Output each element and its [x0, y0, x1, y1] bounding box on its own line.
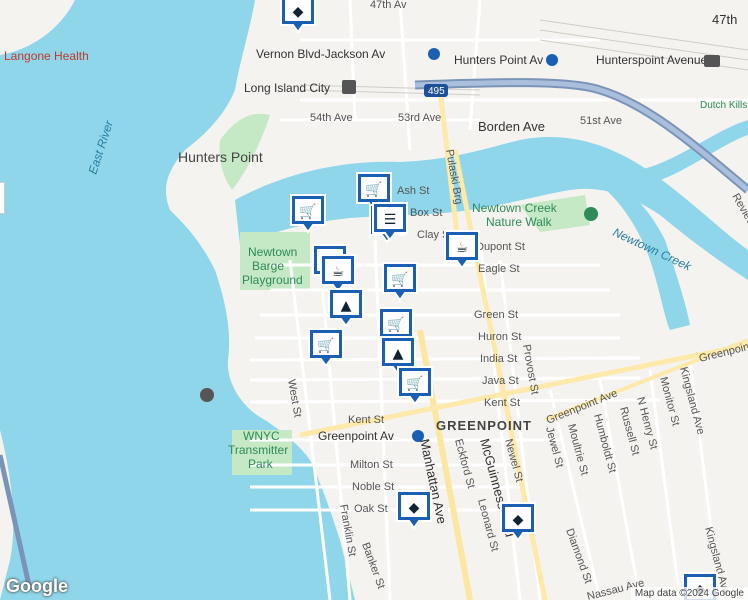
- restaurant-icon: ☰: [384, 212, 397, 228]
- label-wnyc-3: Park: [248, 457, 274, 471]
- ferry-icon[interactable]: [200, 388, 214, 402]
- school-icon: ◆: [293, 4, 304, 20]
- street-noble: Noble St: [352, 481, 394, 493]
- street-kent: Kent St: [484, 397, 520, 409]
- shopping-cart-icon: 🛒: [299, 203, 316, 220]
- street-ash: Ash St: [397, 185, 429, 197]
- coffee-icon: ☕: [332, 264, 345, 280]
- shopping-cart-icon: 🛒: [406, 375, 423, 392]
- label-greenpoint-av-station: Greenpoint Av: [318, 429, 394, 443]
- google-logo: Google: [6, 576, 68, 596]
- label-wnyc-2: Transmitter: [228, 443, 288, 457]
- street-54th-ave: 54th Ave: [310, 112, 353, 124]
- label-hunterspoint-avenue: Hunterspoint Avenue: [596, 53, 708, 67]
- street-53rd-ave: 53rd Ave: [398, 112, 441, 124]
- street-milton: Milton St: [350, 459, 393, 471]
- park-marker-icon[interactable]: [584, 207, 598, 221]
- street-47th-av: 47th Av: [370, 0, 407, 11]
- street-box: Box St: [410, 207, 442, 219]
- label-newtown-barge-3: Playground: [242, 273, 303, 287]
- street-dupont: Dupont St: [476, 241, 525, 253]
- shopping-cart-icon: 🛒: [387, 316, 404, 333]
- highway-shield-label: 495: [428, 86, 445, 97]
- shopping-bag-icon: ▲: [393, 346, 404, 362]
- label-newtown-barge-2: Barge: [252, 259, 284, 273]
- street-eagle: Eagle St: [478, 263, 520, 275]
- street-java: Java St: [482, 375, 519, 387]
- street-51st-ave: 51st Ave: [580, 115, 622, 127]
- map-attribution: Map data ©2024 Google: [630, 587, 748, 600]
- street-borden-ave: Borden Ave: [478, 119, 545, 134]
- rail-icon-hunterspoint[interactable]: [704, 55, 720, 67]
- shopping-cart-icon: 🛒: [365, 181, 382, 198]
- label-langone: Langone Health: [4, 49, 89, 63]
- label-newtown-barge-1: Newtown: [248, 245, 297, 259]
- coffee-icon: ☕: [456, 240, 469, 256]
- label-hunters-point: Hunters Point: [178, 149, 263, 165]
- shopping-cart-icon: 🛒: [391, 271, 408, 288]
- rail-icon-lic[interactable]: [342, 80, 356, 94]
- label-vernon-jackson: Vernon Blvd-Jackson Av: [256, 47, 385, 61]
- subway-icon-vernon[interactable]: [428, 48, 440, 60]
- label-nature-walk-1: Newtown Creek: [472, 201, 558, 215]
- subway-icon-hunters-point[interactable]: [546, 54, 558, 66]
- street-huron: Huron St: [478, 331, 521, 343]
- label-dutch-kills: Dutch Kills: [700, 100, 747, 111]
- shopping-bag-icon: ▲: [341, 298, 352, 314]
- label-long-island-city: Long Island City: [244, 81, 330, 95]
- street-india: India St: [480, 353, 517, 365]
- map-canvas[interactable]: Langone Health Hunters Point GREENPOINT …: [0, 0, 748, 600]
- shopping-cart-icon: 🛒: [317, 337, 334, 354]
- label-greenpoint: GREENPOINT: [436, 418, 532, 433]
- street-kent-west: Kent St: [348, 414, 384, 426]
- school-icon: ◆: [409, 500, 420, 516]
- street-green: Green St: [474, 309, 518, 321]
- label-nature-walk-2: Nature Walk: [486, 215, 553, 229]
- street-oak: Oak St: [354, 503, 388, 515]
- side-panel-handle[interactable]: [0, 182, 5, 214]
- school-icon: ◆: [513, 512, 524, 528]
- street-47th: 47th: [712, 12, 737, 27]
- label-hunters-point-av: Hunters Point Av: [454, 53, 543, 67]
- label-wnyc-1: WNYC: [243, 429, 280, 443]
